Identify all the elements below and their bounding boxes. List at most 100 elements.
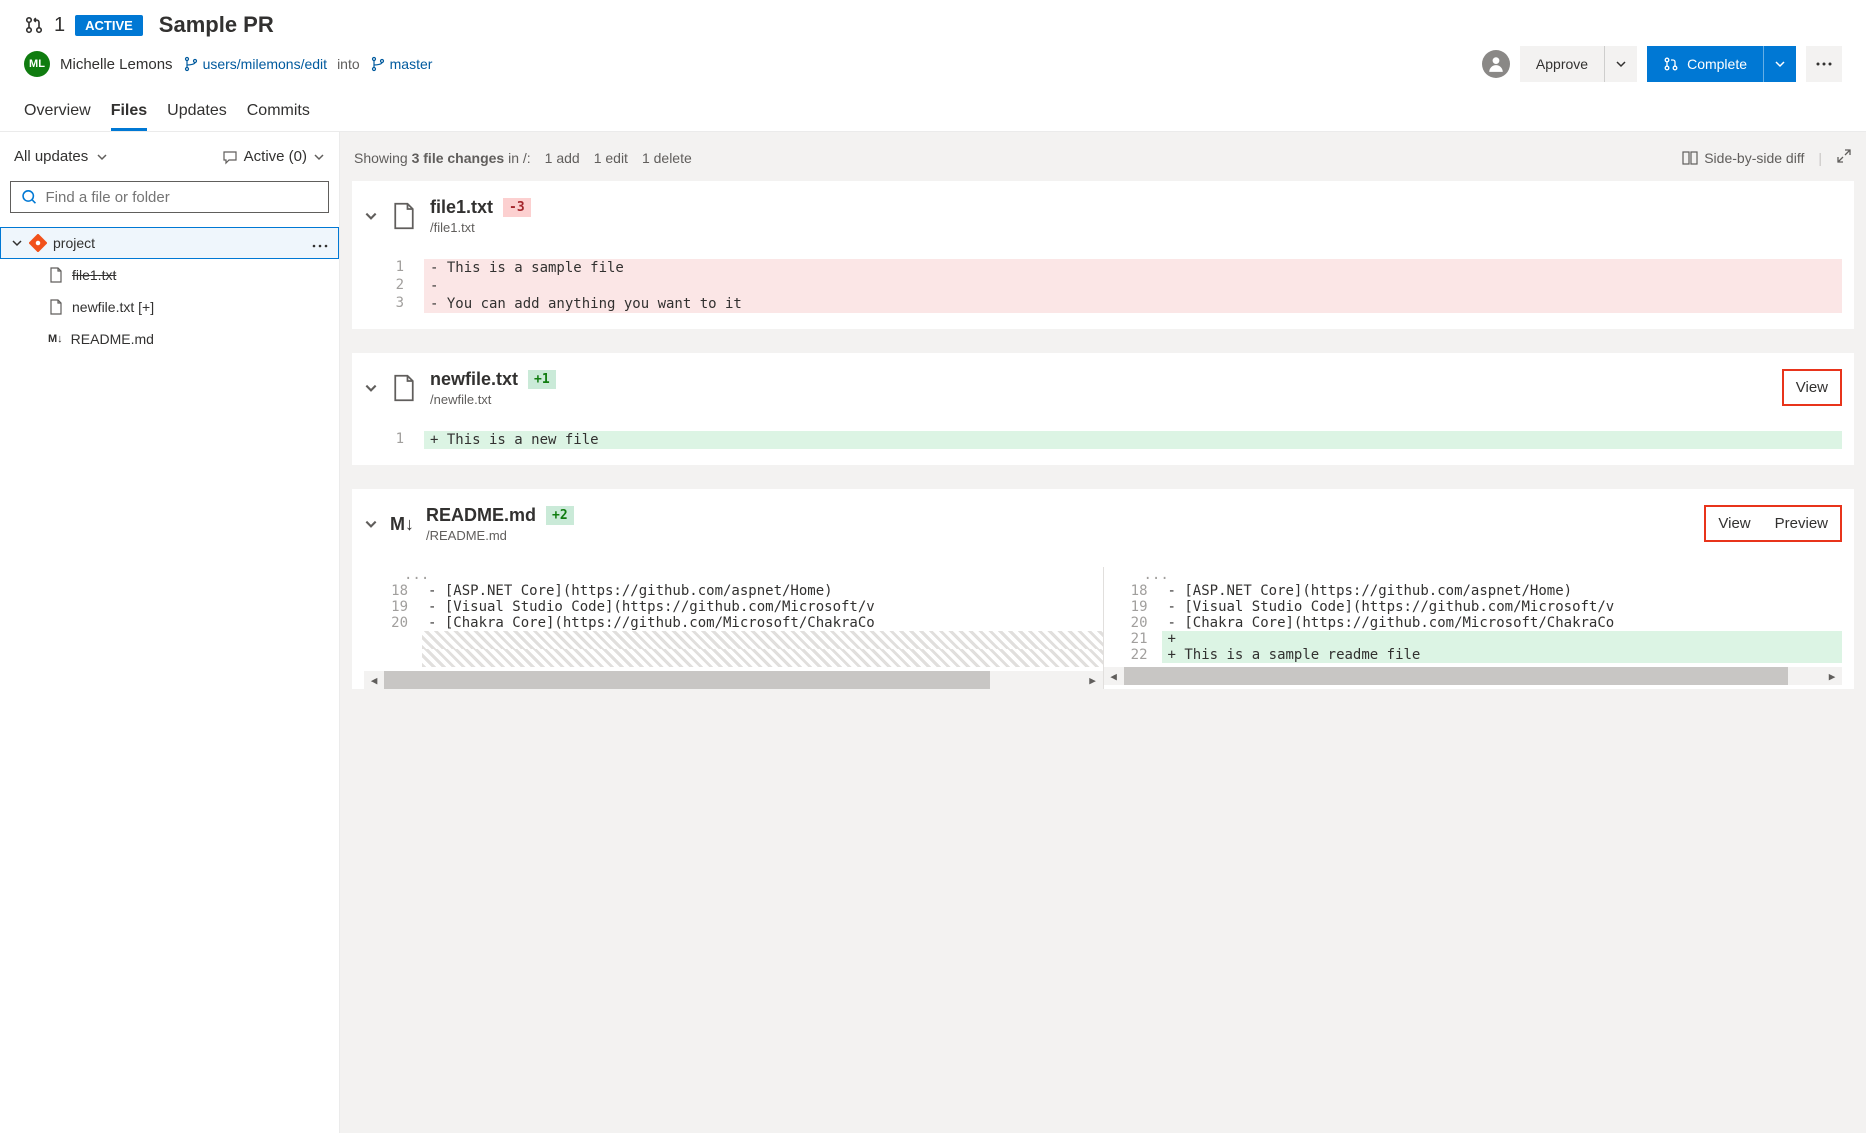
active-comments-dropdown[interactable]: Active (0) xyxy=(222,148,325,165)
complete-button[interactable]: Complete xyxy=(1647,46,1764,82)
tree-item-readme[interactable]: M↓ README.md xyxy=(0,323,339,355)
reviewer-icon[interactable] xyxy=(1482,50,1510,78)
view-file-button[interactable]: View xyxy=(1706,511,1762,536)
chevron-down-icon[interactable] xyxy=(364,209,378,223)
line-number: 20 xyxy=(364,615,422,631)
search-icon xyxy=(21,188,38,206)
approve-dropdown[interactable] xyxy=(1605,46,1637,82)
expand-icon xyxy=(1836,148,1852,164)
diff-tools: Side-by-side diff | xyxy=(1682,148,1852,167)
diff-line-added: + This is a new file xyxy=(424,431,1842,449)
scroll-right-arrow[interactable]: ▶ xyxy=(1083,674,1103,687)
source-branch-link[interactable]: users/milemons/edit xyxy=(183,56,328,72)
tab-overview[interactable]: Overview xyxy=(24,94,91,131)
ellipsis-icon xyxy=(1816,62,1832,66)
diff-line-added: + xyxy=(1162,631,1843,647)
file-search-input[interactable] xyxy=(46,189,318,206)
horizontal-scrollbar[interactable]: ◀ ▶ xyxy=(364,671,1103,689)
status-badge: ACTIVE xyxy=(75,15,143,36)
diff-gap xyxy=(422,631,1103,649)
tree-item-file1[interactable]: file1.txt xyxy=(0,259,339,291)
header-title-row: 1 ACTIVE Sample PR xyxy=(24,12,1842,38)
diff-gap xyxy=(422,649,1103,667)
line-number: 1 xyxy=(364,431,424,449)
scroll-thumb[interactable] xyxy=(1124,667,1789,685)
scroll-thumb[interactable] xyxy=(384,671,990,689)
stats-add: 1 add xyxy=(545,150,580,166)
line-number: 18 xyxy=(364,583,422,599)
tree-item-label: README.md xyxy=(71,331,154,347)
into-text: into xyxy=(337,56,360,72)
diff-line-removed: - xyxy=(424,277,1842,295)
chevron-down-icon[interactable] xyxy=(364,381,378,395)
avatar[interactable]: ML xyxy=(24,51,50,77)
diff-block: 1+ This is a new file xyxy=(364,431,1842,449)
diff-ellipsis: ... xyxy=(1104,567,1843,583)
stats-delete: 1 delete xyxy=(642,150,692,166)
file-card-header: newfile.txt +1 /newfile.txt View xyxy=(364,369,1842,407)
line-number: 19 xyxy=(364,599,422,615)
diff-mode-label: Side-by-side diff xyxy=(1704,150,1804,166)
active-comments-label: Active (0) xyxy=(244,148,307,165)
fullscreen-button[interactable] xyxy=(1836,148,1852,167)
updates-filter-dropdown[interactable]: All updates xyxy=(14,148,108,165)
merge-icon xyxy=(1663,56,1679,72)
chevron-down-icon[interactable] xyxy=(364,517,378,531)
horizontal-scrollbar[interactable]: ◀ ▶ xyxy=(1104,667,1843,685)
view-button-group: View xyxy=(1782,369,1842,406)
chevron-down-icon xyxy=(1774,58,1786,70)
file-icon xyxy=(48,267,64,283)
line-number: 2 xyxy=(364,277,424,295)
stats-edit: 1 edit xyxy=(594,150,628,166)
file-name: newfile.txt xyxy=(430,369,518,390)
scroll-left-arrow[interactable]: ◀ xyxy=(364,674,384,687)
line-number: 18 xyxy=(1104,583,1162,599)
chevron-down-icon xyxy=(1615,58,1627,70)
tree-item-label: newfile.txt [+] xyxy=(72,299,154,315)
tree-item-newfile[interactable]: newfile.txt [+] xyxy=(0,291,339,323)
tree-root[interactable]: project xyxy=(0,227,339,259)
file-icon xyxy=(390,202,418,230)
preview-file-button[interactable]: Preview xyxy=(1763,511,1840,536)
chevron-down-icon xyxy=(11,237,23,249)
diff-ellipsis: ... xyxy=(364,567,1103,583)
file-card-newfile: newfile.txt +1 /newfile.txt View 1+ This… xyxy=(352,353,1854,465)
diff-content-area: Showing 3 file changes in /: 1 add 1 edi… xyxy=(340,132,1866,1133)
source-branch-text: users/milemons/edit xyxy=(203,56,328,72)
diff-line-added: + This is a sample readme file xyxy=(1162,647,1843,663)
diff-line: - [Visual Studio Code](https://github.co… xyxy=(422,599,1103,615)
updates-filter-label: All updates xyxy=(14,148,88,165)
diff-badge-added: +1 xyxy=(528,370,556,389)
pr-header: 1 ACTIVE Sample PR ML Michelle Lemons us… xyxy=(0,0,1866,132)
ellipsis-icon xyxy=(312,244,328,248)
diff-line: - [Visual Studio Code](https://github.co… xyxy=(1162,599,1843,615)
view-file-button[interactable]: View xyxy=(1784,375,1840,400)
diff-badge-added: +2 xyxy=(546,506,574,525)
scroll-left-arrow[interactable]: ◀ xyxy=(1104,670,1124,683)
scroll-right-arrow[interactable]: ▶ xyxy=(1822,670,1842,683)
file-search-box[interactable] xyxy=(10,181,329,213)
sidebar-filters: All updates Active (0) xyxy=(0,142,339,171)
target-branch-link[interactable]: master xyxy=(370,56,433,72)
file-card-file1: file1.txt -3 /file1.txt 1- This is a sam… xyxy=(352,181,1854,329)
branch-icon xyxy=(183,56,199,72)
more-actions-button[interactable] xyxy=(1806,46,1842,82)
tab-files[interactable]: Files xyxy=(111,94,147,131)
tree-root-more[interactable] xyxy=(312,235,328,251)
line-number: 21 xyxy=(1104,631,1162,647)
diff-mode-toggle[interactable]: Side-by-side diff xyxy=(1682,150,1804,166)
repo-icon xyxy=(29,234,47,252)
file-path: /file1.txt xyxy=(430,220,531,235)
approve-button[interactable]: Approve xyxy=(1520,46,1605,82)
tab-updates[interactable]: Updates xyxy=(167,94,227,131)
diff-line-removed: - This is a sample file xyxy=(424,259,1842,277)
diff-line-removed: - You can add anything you want to it xyxy=(424,295,1842,313)
file-path: /README.md xyxy=(426,528,574,543)
comment-icon xyxy=(222,149,238,165)
main-area: All updates Active (0) xyxy=(0,132,1866,1133)
diff-left-column: ... 18 - [ASP.NET Core](https://github.c… xyxy=(364,567,1104,689)
complete-dropdown[interactable] xyxy=(1764,46,1796,82)
header-meta-row: ML Michelle Lemons users/milemons/edit i… xyxy=(24,46,1842,82)
tab-commits[interactable]: Commits xyxy=(247,94,310,131)
file-name: README.md xyxy=(426,505,536,526)
